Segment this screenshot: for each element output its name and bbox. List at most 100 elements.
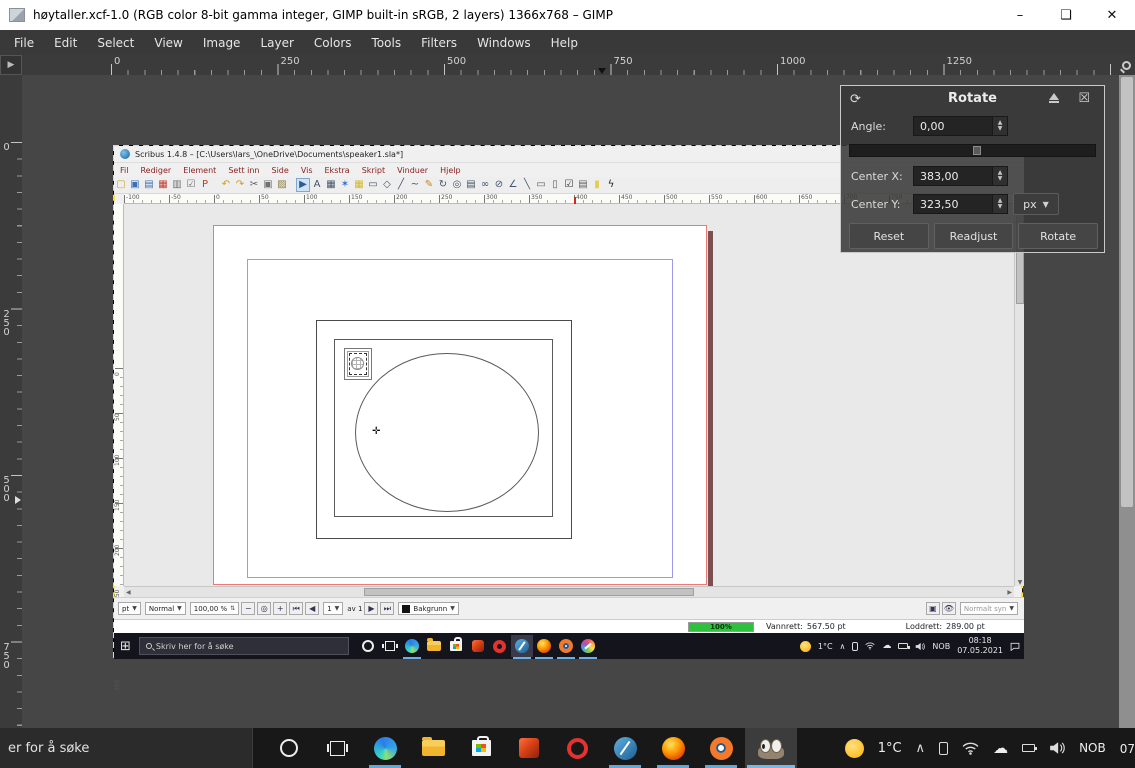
scribus-menu-item: Side bbox=[266, 166, 295, 175]
scribus-menu-item: Hjelp bbox=[434, 166, 466, 175]
scribus-tool-icon: ▥ bbox=[170, 178, 184, 192]
ruler-label: 600 bbox=[754, 194, 799, 201]
file-explorer-button[interactable] bbox=[409, 728, 457, 768]
center-y-spinner[interactable]: ▲▼ bbox=[993, 194, 1008, 214]
onedrive-icon[interactable]: ☁ bbox=[993, 739, 1008, 757]
scribus-tool-icon: ☑ bbox=[562, 178, 576, 192]
layer-dropdown: Bakgrunn▼ bbox=[398, 602, 458, 615]
blender-button[interactable] bbox=[697, 728, 745, 768]
scribus-vertical-scrollbar: ▲▼ bbox=[1014, 204, 1024, 586]
blender-icon bbox=[555, 635, 577, 657]
ruler-label: 200 bbox=[394, 194, 439, 201]
opera-button[interactable] bbox=[553, 728, 601, 768]
language-label: NOB bbox=[932, 642, 950, 651]
gimp-menu-item[interactable]: Help bbox=[541, 32, 588, 54]
center-x-spinner[interactable]: ▲▼ bbox=[993, 166, 1008, 186]
scribus-tool-icon: ▤ bbox=[576, 178, 590, 192]
first-page-button: ⏮ bbox=[289, 602, 303, 615]
gimp-menu-item[interactable]: Image bbox=[193, 32, 251, 54]
layer-color-swatch bbox=[402, 605, 410, 613]
gimp-menu-item[interactable]: Filters bbox=[411, 32, 467, 54]
zoom-out-button: − bbox=[241, 602, 255, 615]
chevron-down-icon: ▼ bbox=[1043, 200, 1049, 209]
scribus-tool-icon: ◇ bbox=[380, 178, 394, 192]
weather-icon[interactable] bbox=[845, 739, 864, 758]
cortana-button[interactable] bbox=[265, 728, 313, 768]
ruler-label: 650 bbox=[799, 194, 844, 201]
krita-icon bbox=[577, 635, 599, 657]
unit-dropdown[interactable]: px▼ bbox=[1013, 193, 1059, 215]
slider-handle[interactable] bbox=[973, 146, 981, 155]
gimp-menu-item[interactable]: Layer bbox=[250, 32, 303, 54]
angle-spinner[interactable]: ▲▼ bbox=[993, 116, 1008, 136]
clock-partial[interactable]: 07 bbox=[1120, 742, 1135, 756]
your-phone-icon[interactable] bbox=[939, 742, 948, 755]
speaker-cone-ellipse bbox=[355, 353, 539, 512]
minimize-button[interactable]: – bbox=[997, 0, 1043, 30]
scribus-menu-item: Element bbox=[177, 166, 222, 175]
office-button[interactable] bbox=[505, 728, 553, 768]
task-view-button[interactable] bbox=[313, 728, 361, 768]
language-label[interactable]: NOB bbox=[1079, 741, 1106, 755]
temperature-label[interactable]: 1°C bbox=[878, 741, 902, 756]
dialog-button[interactable]: Rotate bbox=[1018, 223, 1098, 249]
detach-dialog-icon[interactable] bbox=[1048, 93, 1060, 105]
scribus-tool-icon: ◎ bbox=[450, 178, 464, 192]
notification-icon bbox=[1010, 642, 1020, 651]
scribus-menu-item: Skript bbox=[356, 166, 391, 175]
maximize-button[interactable]: ❑ bbox=[1043, 0, 1089, 30]
scribus-tool-icon: ▣ bbox=[128, 178, 142, 192]
firefox-button[interactable] bbox=[649, 728, 697, 768]
temperature-label: 1°C bbox=[818, 642, 833, 651]
gimp-menu-item[interactable]: Tools bbox=[362, 32, 412, 54]
scribus-tool-icon: ╱ bbox=[394, 178, 408, 192]
taskbar-search-box[interactable]: er for å søke bbox=[0, 728, 253, 768]
microsoft-store-button[interactable] bbox=[457, 728, 505, 768]
center-x-input[interactable]: 383,00 bbox=[913, 166, 993, 186]
close-button[interactable]: ✕ bbox=[1089, 0, 1135, 30]
edge-button[interactable] bbox=[361, 728, 409, 768]
wifi-icon[interactable] bbox=[962, 742, 979, 755]
scribus-tool-icon: ↶ bbox=[219, 178, 233, 192]
start-button-icon: ⊞ bbox=[120, 639, 131, 654]
scribus-button[interactable] bbox=[601, 728, 649, 768]
clock: 08:1807.05.2021 bbox=[957, 636, 1003, 656]
gimp-button-active[interactable] bbox=[745, 728, 797, 768]
center-y-input[interactable]: 323,50 bbox=[913, 194, 993, 214]
gimp-menu-item[interactable]: Colors bbox=[304, 32, 362, 54]
horizontal-coord-value: 567.50 pt bbox=[807, 622, 846, 631]
battery-icon[interactable] bbox=[1022, 744, 1035, 752]
gimp-vertical-ruler: 0250500750 bbox=[0, 75, 22, 768]
gimp-titlebar[interactable]: høytaller.xcf-1.0 (RGB color 8-bit gamma… bbox=[0, 0, 1135, 30]
angle-input[interactable]: 0,00 bbox=[913, 116, 993, 136]
page-count-label: av 1 bbox=[347, 605, 362, 613]
gimp-menu-item[interactable]: Select bbox=[87, 32, 144, 54]
ruler-label: 1250 bbox=[944, 55, 1111, 68]
gimp-menu-item[interactable]: Edit bbox=[44, 32, 87, 54]
tray-chevron-icon[interactable]: ∧ bbox=[916, 741, 926, 756]
scribus-tool-icon: ▤ bbox=[142, 178, 156, 192]
gimp-menu-item[interactable]: File bbox=[4, 32, 44, 54]
scribus-menu-item: Vis bbox=[295, 166, 319, 175]
scribus-tool-icon: ▯ bbox=[548, 178, 562, 192]
ruler-label: 250 bbox=[439, 194, 484, 201]
gimp-menu-item[interactable]: View bbox=[144, 32, 192, 54]
scribus-menu-item: Vinduer bbox=[391, 166, 434, 175]
zoom-follow-window-button[interactable] bbox=[1118, 55, 1135, 75]
scribus-statusbar: pt▼ Normal▼ 100,00 %⇅ − ◎ + ⏮ ◀ 1▼ av 1 … bbox=[114, 597, 1024, 619]
scribus-tool-icon: ⊘ bbox=[492, 178, 506, 192]
close-dialog-icon[interactable]: ☒ bbox=[1078, 91, 1090, 106]
gimp-vertical-scrollbar[interactable] bbox=[1119, 75, 1135, 768]
scribus-tool-icon: ▭ bbox=[366, 178, 380, 192]
angle-slider[interactable] bbox=[849, 144, 1096, 157]
dialog-button[interactable]: Readjust bbox=[934, 223, 1014, 249]
microsoft-store-icon bbox=[445, 635, 467, 657]
speaker-icon[interactable] bbox=[1049, 741, 1065, 755]
scribus-tool-icon: A bbox=[310, 178, 324, 192]
ruler-corner-button[interactable]: ▶ bbox=[0, 55, 22, 75]
grill-graphic bbox=[351, 357, 364, 370]
dialog-button[interactable]: Reset bbox=[849, 223, 929, 249]
gimp-menu-item[interactable]: Windows bbox=[467, 32, 541, 54]
scribus-tool-icon: P bbox=[198, 178, 212, 192]
screen: høytaller.xcf-1.0 (RGB color 8-bit gamma… bbox=[0, 0, 1135, 768]
